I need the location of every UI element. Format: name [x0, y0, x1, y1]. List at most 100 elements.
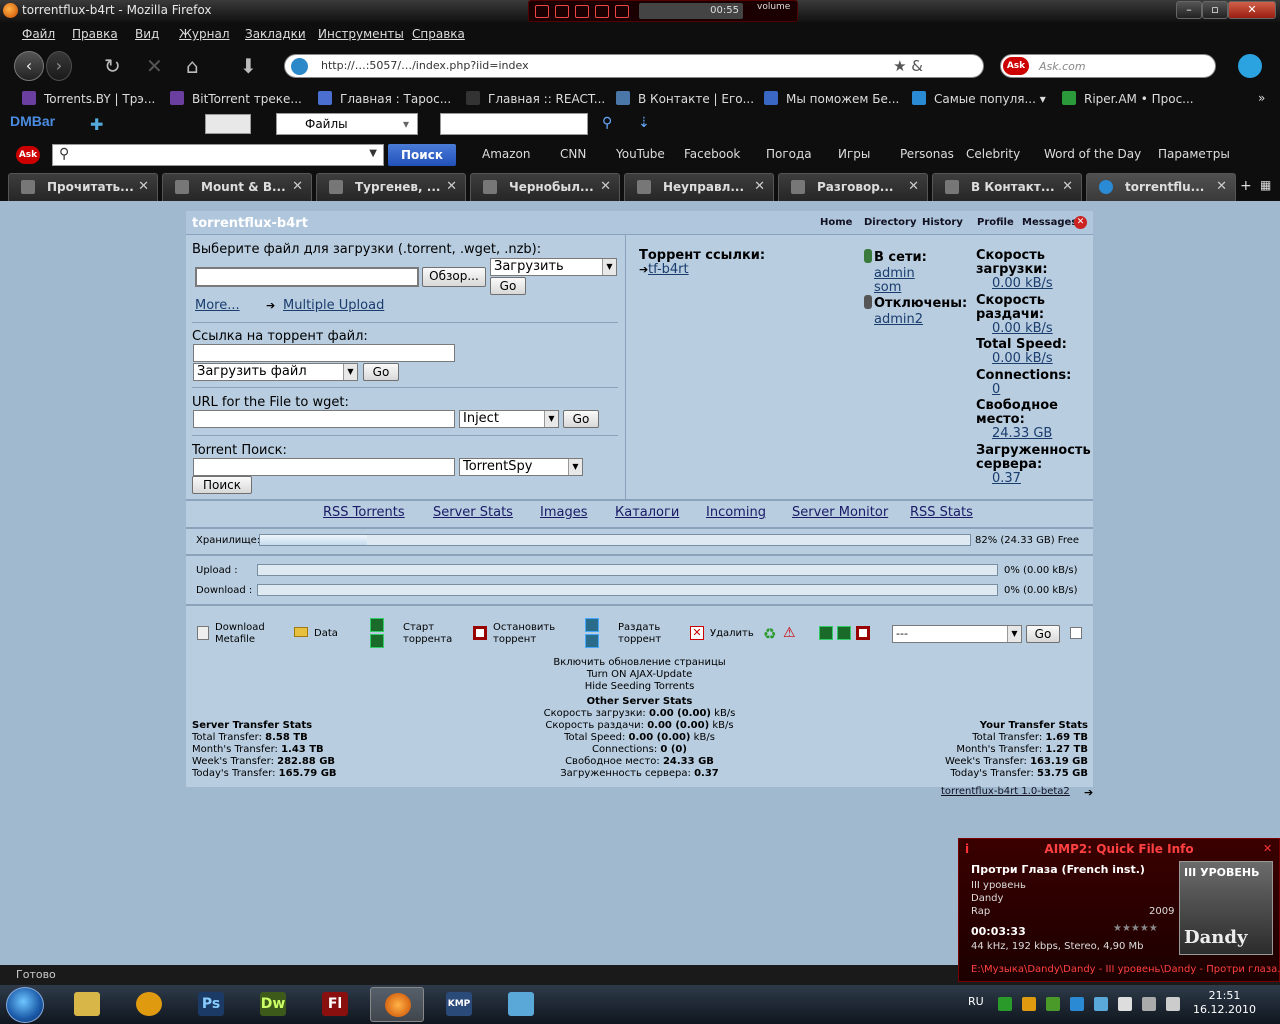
chevron-down-icon[interactable]: ▼: [369, 148, 377, 159]
site-identity-icon[interactable]: [291, 58, 308, 75]
browser-tab-active[interactable]: torrentflu... ✕: [1086, 173, 1236, 201]
taskbar-flash[interactable]: Fl: [308, 987, 362, 1022]
images-link[interactable]: Images: [540, 505, 588, 520]
bookmark-item[interactable]: Главная : Тарос...: [318, 91, 451, 106]
select-all-checkbox[interactable]: [1070, 627, 1082, 639]
close-tab-icon[interactable]: ✕: [292, 179, 303, 194]
rss-torrents-link[interactable]: RSS Torrents: [323, 505, 405, 520]
aimp-quick-info-popup[interactable]: i AIMP2: Quick File Info ✕ Протри Глаза …: [958, 838, 1280, 982]
torrent-link-input[interactable]: [193, 344, 455, 362]
seed-torrent-button[interactable]: Раздать торрент: [618, 622, 661, 646]
menu-bookmarks[interactable]: Закладки: [245, 27, 306, 41]
ask-logo[interactable]: Ask: [1003, 57, 1029, 75]
play-icon[interactable]: [535, 5, 549, 18]
tray-aimp-icon[interactable]: [1022, 997, 1036, 1011]
bulk-action-go-button[interactable]: Go: [1026, 625, 1060, 643]
recycle-icon[interactable]: ♻: [763, 625, 776, 643]
taskbar-dreamweaver[interactable]: Dw: [246, 987, 300, 1022]
taskbar-photoshop[interactable]: Ps: [184, 987, 238, 1022]
torrent-link-go-button[interactable]: Go: [363, 363, 399, 381]
online-user[interactable]: admin: [874, 266, 915, 281]
back-button[interactable]: ‹: [14, 51, 44, 81]
seed-all-icon[interactable]: [585, 634, 599, 648]
server-stats-link[interactable]: Server Stats: [433, 505, 513, 520]
files-dropdown[interactable]: Файлы ▾: [276, 113, 418, 135]
pause-icon[interactable]: [555, 5, 569, 18]
multiple-upload-link[interactable]: Multiple Upload: [283, 298, 384, 313]
menu-view[interactable]: Вид: [135, 27, 159, 41]
toolbar-item-youtube[interactable]: YouTube: [616, 147, 665, 161]
menu-history[interactable]: Журнал: [179, 27, 230, 41]
wget-mode-select[interactable]: Inject ▼: [459, 410, 559, 428]
browser-tab[interactable]: В Контакт... ✕: [932, 173, 1082, 201]
folder-icon[interactable]: [294, 627, 308, 637]
ask-toolbar-search-input[interactable]: ⚲ ▼: [52, 144, 384, 166]
browser-tab[interactable]: Прочитать... ✕: [8, 173, 158, 201]
close-tab-icon[interactable]: ✕: [1062, 179, 1073, 194]
volume-label[interactable]: volume: [757, 2, 790, 12]
seed-icon[interactable]: [585, 618, 599, 632]
stop-torrent-button[interactable]: Остановить торрент: [493, 622, 555, 646]
server-load-value[interactable]: 0.37: [992, 471, 1021, 486]
tab-list-icon[interactable]: ▦: [1260, 178, 1271, 192]
tray-icon[interactable]: [1046, 997, 1060, 1011]
upload-type-select[interactable]: Загрузить ▼: [490, 258, 617, 276]
stop-load-icon[interactable]: ✕: [146, 54, 163, 78]
download-icon[interactable]: ⇣: [638, 115, 650, 131]
delete-button[interactable]: Удалить: [710, 628, 754, 640]
page-refresh-toggle[interactable]: Включить обновление страницы: [186, 657, 1093, 669]
url-text[interactable]: http://…:5057/…/index.php?iid=index: [321, 59, 529, 72]
tray-icon[interactable]: [998, 997, 1012, 1011]
fast-forward-icon[interactable]: [370, 634, 384, 648]
plus-icon[interactable]: ✚: [90, 115, 103, 134]
torrent-search-input[interactable]: [193, 458, 455, 476]
bookmark-star-icon[interactable]: ★ &: [893, 57, 923, 75]
menu-edit[interactable]: Правка: [72, 27, 118, 41]
server-monitor-link[interactable]: Server Monitor: [792, 505, 888, 520]
close-tab-icon[interactable]: ✕: [754, 179, 765, 194]
browser-tab[interactable]: Тургенев, ... ✕: [316, 173, 466, 201]
incoming-link[interactable]: Incoming: [706, 505, 766, 520]
bookmark-item[interactable]: Главная :: REACT...: [466, 91, 605, 106]
media-player-bar[interactable]: 00:55 volume: [528, 0, 798, 22]
dmbar-box[interactable]: [205, 114, 251, 134]
taskbar-aimp[interactable]: [122, 987, 176, 1022]
browser-tab[interactable]: Разговор... ✕: [778, 173, 928, 201]
browser-tab[interactable]: Чернобыл... ✕: [470, 173, 620, 201]
data-button[interactable]: Data: [314, 628, 338, 640]
ajax-update-toggle[interactable]: Turn ON AJAX-Update: [186, 669, 1093, 681]
bookmark-item[interactable]: Самые популя... ▾: [912, 91, 1046, 106]
bookmarks-overflow-icon[interactable]: »: [1258, 91, 1265, 105]
address-bar[interactable]: http://…:5057/…/index.php?iid=index ★ &: [284, 54, 984, 78]
bulk-action-select[interactable]: --- ▼: [892, 625, 1022, 643]
close-icon[interactable]: ✕: [1263, 842, 1272, 855]
tray-flag-icon[interactable]: [1118, 997, 1132, 1011]
rating-stars[interactable]: ★★★★★: [1113, 923, 1158, 934]
start-all-icon[interactable]: [819, 626, 833, 640]
metafile-icon[interactable]: [197, 626, 209, 640]
toolbar-item-word-of-the-day[interactable]: Word of the Day: [1044, 147, 1141, 161]
torrent-link-select[interactable]: Загрузить файл ▼: [193, 363, 358, 381]
toolbar-item-facebook[interactable]: Facebook: [684, 147, 740, 161]
nav-directory[interactable]: Directory: [864, 217, 916, 228]
download-metafile-button[interactable]: Download Metafile: [215, 622, 265, 646]
bookmark-item[interactable]: В Контакте | Его...: [616, 91, 754, 106]
new-tab-icon[interactable]: +: [1240, 178, 1252, 194]
search-engine-select[interactable]: TorrentSpy ▼: [459, 458, 583, 476]
minimize-button[interactable]: –: [1176, 1, 1202, 19]
hide-seeding-toggle[interactable]: Hide Seeding Torrents: [186, 681, 1093, 693]
catalogs-link[interactable]: Каталоги: [615, 505, 679, 520]
toolbar-item-personas[interactable]: Personas: [900, 147, 954, 161]
tray-icon[interactable]: [1070, 997, 1084, 1011]
bookmark-item[interactable]: BitTorrent треке...: [170, 91, 302, 106]
nav-history[interactable]: History: [922, 217, 963, 228]
torrent-search-button[interactable]: Поиск: [192, 476, 252, 494]
taskbar-kmplayer[interactable]: KMP: [432, 987, 486, 1022]
language-indicator[interactable]: RU: [968, 995, 984, 1008]
ask-search-button[interactable]: Поиск: [388, 144, 456, 166]
dmbar-logo[interactable]: DMBar: [10, 113, 55, 129]
reload-icon[interactable]: ↻: [104, 54, 121, 78]
free-space-value[interactable]: 24.33 GB: [992, 426, 1052, 441]
close-tab-icon[interactable]: ✕: [138, 179, 149, 194]
nav-messages[interactable]: Messages: [1022, 217, 1077, 228]
